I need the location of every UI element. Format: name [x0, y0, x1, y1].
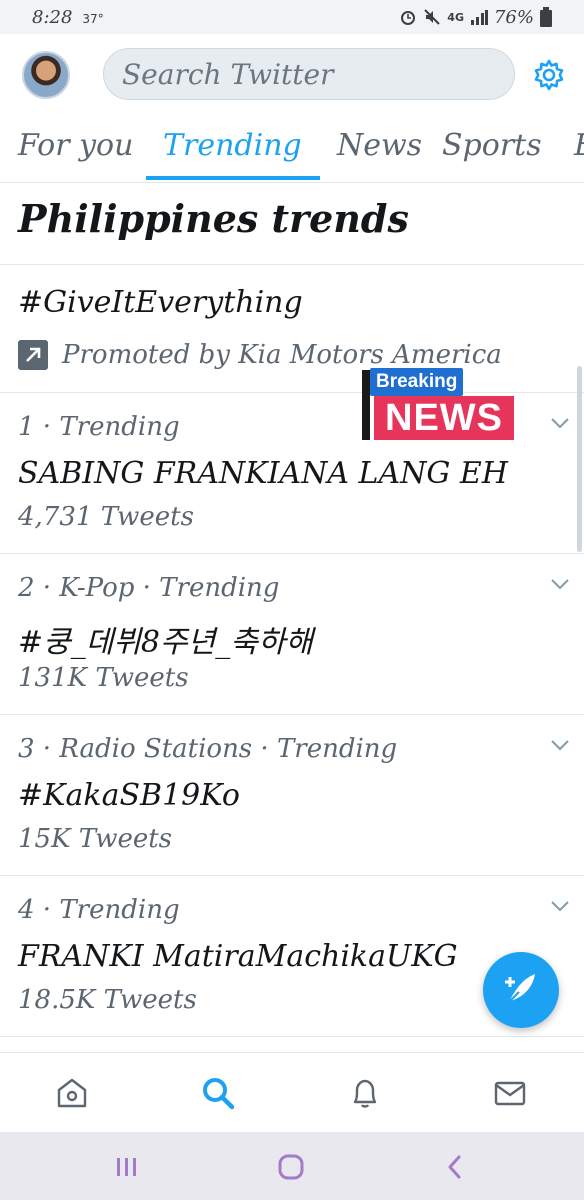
search-icon[interactable] — [200, 1075, 236, 1111]
promoted-arrow-icon — [18, 340, 48, 370]
trend-name: SABING FRANKIANA LANG EH — [18, 456, 508, 491]
status-right: 4G 76% — [399, 7, 552, 28]
trend-tweet-count: 15K Tweets — [18, 824, 173, 854]
battery-icon — [540, 7, 552, 27]
compose-tweet-button[interactable] — [483, 952, 559, 1028]
divider — [0, 875, 584, 876]
trend-name: FRANKI MatiraMachikaUKG — [18, 939, 458, 974]
home-icon[interactable] — [54, 1075, 90, 1111]
scrollbar[interactable] — [577, 366, 582, 552]
network-indicator: 4G — [447, 10, 464, 24]
trend-item[interactable]: 1 · Trending SABING FRANKIANA LANG EH 4,… — [0, 394, 584, 554]
status-bar: 8:28 37° 4G 76% — [0, 0, 584, 34]
signal-icon — [470, 10, 488, 25]
divider — [0, 714, 584, 715]
tab-entertainment[interactable]: E — [574, 128, 584, 163]
divider — [0, 264, 584, 265]
bell-icon[interactable] — [347, 1075, 383, 1111]
trend-name: #쿵_데뷔8주년_축하해 — [18, 625, 314, 660]
trend-meta: 4 · Trending — [18, 895, 180, 925]
trend-tweet-count: 4,731 Tweets — [18, 502, 194, 532]
alarm-icon — [401, 11, 416, 25]
mail-icon[interactable] — [492, 1075, 528, 1111]
system-navigation-bar — [0, 1132, 584, 1200]
trend-item[interactable]: 2 · K-Pop · Trending #쿵_데뷔8주년_축하해 131K T… — [0, 555, 584, 715]
trend-meta: 3 · Radio Stations · Trending — [18, 734, 398, 764]
avatar[interactable] — [22, 51, 70, 99]
status-time: 8:28 — [32, 6, 73, 28]
home-button-icon[interactable] — [276, 1152, 306, 1182]
active-tab-indicator — [146, 176, 320, 180]
back-icon[interactable] — [440, 1152, 470, 1182]
trend-name: #KakaSB19Ko — [18, 778, 240, 813]
status-temperature: 37° — [82, 11, 104, 26]
breaking-label: Breaking — [370, 368, 464, 396]
chevron-down-icon[interactable] — [550, 738, 570, 752]
battery-percent: 76% — [493, 6, 534, 28]
explore-tabs: For you Trending News Sports E — [0, 118, 584, 183]
search-input[interactable]: Search Twitter — [103, 48, 515, 100]
compose-tweet-icon — [505, 974, 535, 1003]
search-placeholder: Search Twitter — [122, 57, 334, 91]
mute-icon — [424, 9, 441, 25]
chevron-down-icon[interactable] — [550, 577, 570, 591]
tab-trending[interactable]: Trending — [163, 128, 302, 163]
trend-meta: 2 · K-Pop · Trending — [18, 573, 280, 603]
tab-for-you[interactable]: For you — [18, 128, 133, 163]
trend-meta: 1 · Trending — [18, 412, 180, 442]
chevron-down-icon[interactable] — [550, 416, 570, 430]
top-header: Search Twitter — [0, 34, 584, 118]
section-title: Philippines trends — [18, 196, 409, 241]
tab-news[interactable]: News — [337, 128, 422, 163]
recent-apps-icon[interactable] — [112, 1152, 142, 1182]
gear-icon[interactable] — [532, 58, 566, 92]
tab-sports[interactable]: Sports — [442, 128, 542, 163]
trend-tweet-count: 131K Tweets — [18, 663, 189, 693]
promoted-trend-name: #GiveItEverything — [18, 285, 303, 320]
chevron-down-icon[interactable] — [550, 899, 570, 913]
bottom-navigation — [0, 1052, 584, 1133]
trend-item[interactable]: 3 · Radio Stations · Trending #KakaSB19K… — [0, 716, 584, 876]
divider — [0, 553, 584, 554]
trend-tweet-count: 18.5K Tweets — [18, 985, 197, 1015]
divider — [0, 1036, 584, 1037]
status-left: 8:28 37° — [32, 7, 104, 28]
